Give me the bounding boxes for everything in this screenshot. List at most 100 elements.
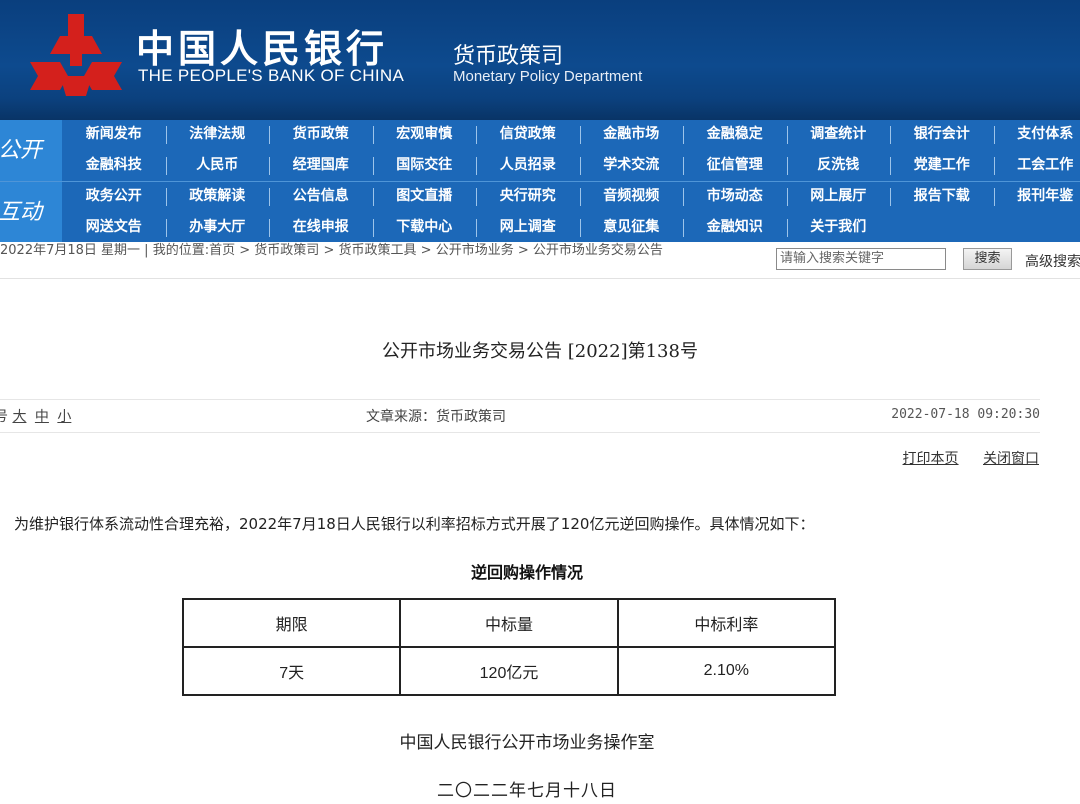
nav-item[interactable]: 报刊年鉴 [994, 182, 1080, 212]
nav-item[interactable]: 办事大厅 [166, 213, 270, 243]
nav-item[interactable]: 音频视频 [580, 182, 684, 212]
nav-item[interactable]: 下载中心 [373, 213, 477, 243]
nav-divider [993, 188, 995, 206]
print-page-link[interactable]: 打印本页 [903, 451, 959, 467]
nav-item[interactable]: 网上调查 [476, 213, 580, 243]
nav-item[interactable]: 党建工作 [890, 151, 994, 181]
nav-divider [476, 219, 477, 237]
nav-item[interactable]: 人民币 [166, 151, 270, 181]
article-content: 公开市场业务交易公告 [2022]第138号 号 大 中 小 文章来源：货币政策… [0, 279, 1080, 804]
nav-item[interactable]: 工会工作 [994, 151, 1080, 181]
nav-item[interactable]: 支付体系 [994, 120, 1080, 150]
current-date: 2022年7月18日 星期一 [0, 243, 141, 258]
nav-item[interactable]: 政策解读 [166, 182, 270, 212]
reverse-repo-table: 期限 中标量 中标利率 7天 120亿元 2.10% [181, 598, 837, 696]
nav-item[interactable]: 反洗钱 [787, 151, 891, 181]
nav-item[interactable]: 网上展厅 [787, 182, 891, 212]
nav-row: 政务公开 政策解读 公告信息 图文直播 央行研究 音频视频 市场动态 网上展厅 报告下载 报刊年鉴 [62, 182, 1080, 212]
nav-item[interactable]: 金融知识 [683, 213, 787, 243]
bank-name-en: THE PEOPLE'S BANK OF CHINA [138, 66, 405, 85]
article-title: 公开市场业务交易公告 [2022]第138号 [382, 341, 698, 362]
chevron-right-icon: > [239, 243, 251, 258]
font-medium-link[interactable]: 中 [35, 409, 49, 425]
nav-item[interactable]: 金融稳定 [683, 120, 787, 150]
nav-item[interactable]: 意见征集 [580, 213, 684, 243]
table-header-cell: 中标量 [399, 598, 619, 648]
nav-item[interactable]: 关于我们 [787, 213, 891, 243]
nav-grid-interact: 政务公开 政策解读 公告信息 图文直播 央行研究 音频视频 市场动态 网上展厅 报告下载 报刊年鉴… [62, 182, 1080, 243]
signature: 中国人民银行公开市场业务操作室 [399, 733, 655, 753]
nav-divider [786, 157, 788, 175]
breadcrumb-bar: 2022年7月18日 星期一 | 我的位置:首页 > 货币政策司 > 货币政策工… [0, 242, 1080, 279]
nav-divider [579, 157, 581, 175]
nav-divider [993, 126, 995, 144]
breadcrumb-item[interactable]: 公开市场业务 [436, 243, 514, 258]
breadcrumb-item-current[interactable]: 公开市场业务交易公告 [533, 243, 663, 258]
nav-divider [786, 188, 788, 206]
nav-divider [269, 157, 270, 175]
publish-time: 2022-07-18 09:20:30 [891, 407, 1040, 422]
breadcrumb-item-home[interactable]: 首页 [209, 243, 235, 258]
article-source: 文章来源：货币政策司 [366, 409, 506, 425]
nav-item[interactable]: 人员招录 [476, 151, 580, 181]
nav-divider [683, 188, 684, 206]
advanced-search-link[interactable]: 高级搜索 [1025, 251, 1080, 271]
nav-item[interactable]: 政务公开 [62, 182, 166, 212]
nav-item[interactable]: 学术交流 [580, 151, 684, 181]
nav-divider [372, 126, 374, 144]
search-button[interactable]: 搜索 [963, 248, 1012, 270]
nav-item[interactable]: 新闻发布 [62, 120, 166, 150]
nav-band-interact: 互动 政务公开 政策解读 公告信息 图文直播 央行研究 音频视频 市场动态 网上展厅 报告下载报… [0, 181, 1080, 243]
chevron-right-icon: > [323, 243, 335, 258]
nav-item[interactable]: 图文直播 [373, 182, 477, 212]
nav-item[interactable]: 法律法规 [166, 120, 270, 150]
nav-item[interactable]: 公告信息 [269, 182, 373, 212]
nav-item[interactable]: 征信管理 [683, 151, 787, 181]
nav-item[interactable]: 市场动态 [683, 182, 787, 212]
nav-divider [165, 188, 167, 206]
close-window-link[interactable]: 关闭窗口 [983, 451, 1039, 467]
nav-divider [786, 126, 788, 144]
nav-divider [683, 126, 684, 144]
font-small-link[interactable]: 小 [57, 409, 71, 425]
nav-divider [890, 188, 891, 206]
pboc-logo-icon [30, 14, 122, 96]
nav-item[interactable]: 宏观审慎 [373, 120, 477, 150]
nav-section-interact-label: 互动 [0, 182, 62, 243]
nav-divider [683, 219, 684, 237]
nav-divider [683, 157, 684, 175]
table-header-cell: 期限 [181, 598, 402, 648]
article-paragraph: 为维护银行体系流动性合理充裕，2022年7月18日人民银行以利率招标方式开展了1… [14, 515, 815, 533]
nav-item[interactable]: 网送文告 [62, 213, 166, 243]
chevron-right-icon: > [517, 243, 529, 258]
nav-item[interactable]: 调查统计 [787, 120, 891, 150]
breadcrumb: 2022年7月18日 星期一 | 我的位置:首页 > 货币政策司 > 货币政策工… [0, 243, 770, 259]
nav-divider [579, 219, 581, 237]
nav-item[interactable]: 经理国库 [269, 151, 373, 181]
nav-divider [372, 157, 374, 175]
nav-item[interactable]: 在线申报 [269, 213, 373, 243]
table-header-cell: 中标利率 [616, 598, 837, 648]
nav-divider [165, 157, 167, 175]
nav-divider [372, 219, 374, 237]
table-caption: 逆回购操作情况 [470, 563, 583, 582]
nav-item[interactable]: 金融科技 [62, 151, 166, 181]
nav-item[interactable]: 金融市场 [580, 120, 684, 150]
breadcrumb-item[interactable]: 货币政策工具 [338, 243, 416, 258]
nav-item[interactable]: 银行会计 [890, 120, 994, 150]
nav-divider [786, 219, 788, 237]
breadcrumb-item[interactable]: 货币政策司 [254, 243, 319, 258]
font-size-controls: 号 大 中 小 [0, 406, 75, 426]
font-size-label: 号 [0, 409, 8, 425]
table-header-row: 期限 中标量 中标利率 [181, 598, 837, 648]
nav-item[interactable]: 国际交往 [373, 151, 477, 181]
nav-item[interactable]: 央行研究 [476, 182, 580, 212]
nav-item[interactable]: 货币政策 [269, 120, 373, 150]
font-large-link[interactable]: 大 [12, 409, 26, 425]
nav-item[interactable]: 信贷政策 [476, 120, 580, 150]
nav-divider [476, 188, 477, 206]
nav-row: 金融科技 人民币 经理国库 国际交往 人员招录 学术交流 征信管理 反洗钱 党建工作 工会工作 [62, 151, 1080, 181]
nav-item[interactable]: 报告下载 [890, 182, 994, 212]
nav-divider [579, 126, 581, 144]
search-input[interactable]: 请输入搜索关键字 [776, 248, 946, 270]
